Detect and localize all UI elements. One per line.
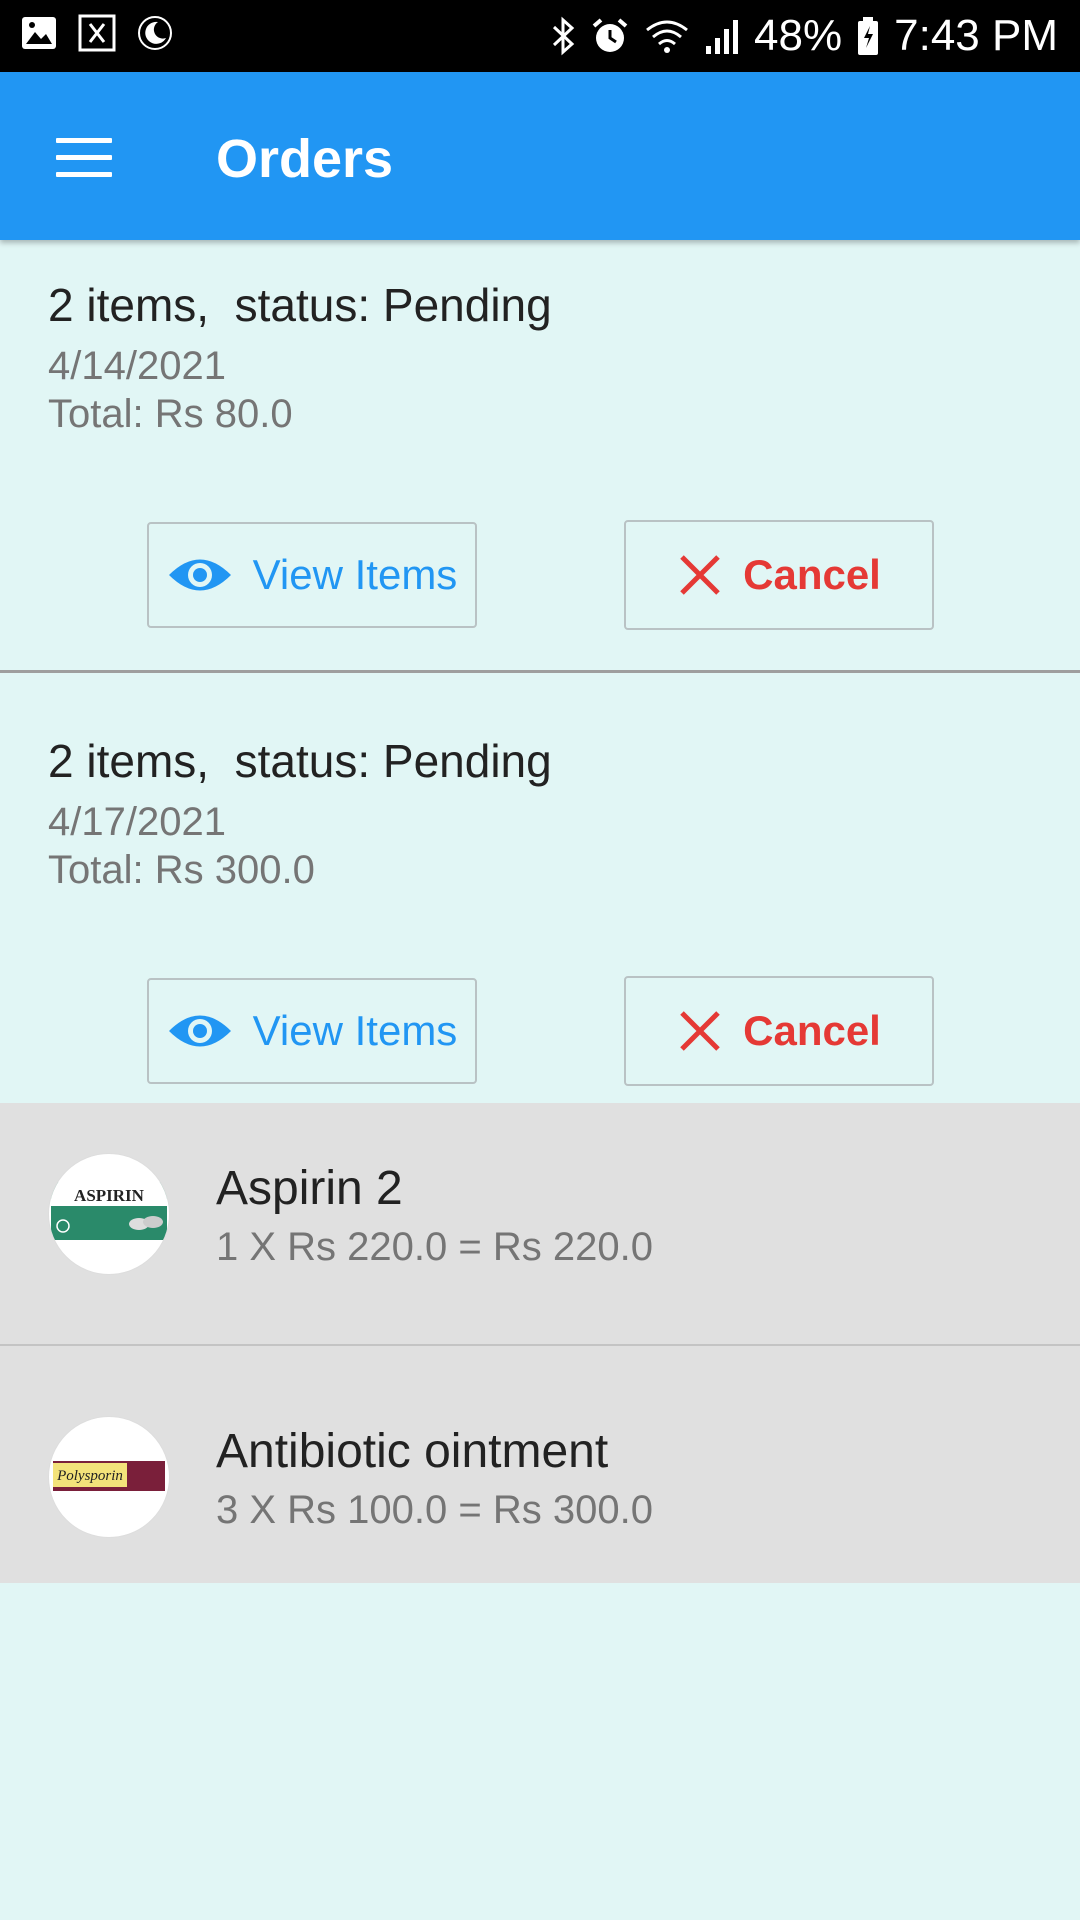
order-card: 2 items, status: Pending 4/14/2021 Total…: [0, 240, 1080, 670]
app-bar: Orders: [0, 72, 1080, 240]
order-date: 4/17/2021: [48, 800, 226, 844]
status-bar-left: [20, 14, 174, 52]
order-summary: 2 items, status: Pending: [48, 279, 552, 331]
order-total: Total: Rs 80.0: [48, 392, 293, 436]
hamburger-menu-icon[interactable]: [56, 138, 112, 178]
view-items-label: View Items: [252, 1007, 458, 1054]
list-item[interactable]: Polysporin Antibiotic ointment 3 X Rs 10…: [0, 1346, 1080, 1584]
view-items-button[interactable]: View Items: [147, 978, 477, 1084]
cancel-order-button[interactable]: Cancel: [624, 976, 934, 1086]
product-thumbnail: ASPIRIN: [48, 1153, 170, 1275]
cancel-label: Cancel: [743, 551, 881, 598]
aspirin-label: ASPIRIN: [74, 1186, 145, 1205]
view-items-label: View Items: [252, 551, 458, 598]
view-items-button[interactable]: View Items: [147, 522, 477, 628]
status-bar: 48% 7:43 PM: [0, 0, 1080, 72]
item-name: Antibiotic ointment: [216, 1425, 609, 1478]
eye-icon: [168, 559, 231, 591]
notification-icon: [78, 14, 116, 52]
eye-icon: [168, 1015, 231, 1047]
polysporin-label: Polysporin: [56, 1468, 123, 1484]
signal-icon: [706, 20, 739, 54]
page-title: Orders: [216, 129, 394, 189]
polysporin-image: Polysporin: [53, 1461, 165, 1491]
order-card: 2 items, status: Pending 4/17/2021 Total…: [0, 696, 1080, 1103]
wifi-icon: [646, 20, 688, 53]
battery-percent: 48%: [754, 11, 843, 60]
order-divider: [0, 670, 1080, 673]
battery-icon: [858, 17, 879, 55]
bluetooth-icon: [553, 16, 575, 56]
product-thumbnail: Polysporin: [48, 1416, 170, 1538]
moon-icon: [138, 16, 172, 50]
close-icon: [680, 555, 720, 595]
gallery-icon: [22, 17, 56, 49]
order-summary: 2 items, status: Pending: [48, 735, 552, 787]
alarm-icon: [592, 18, 628, 52]
list-item[interactable]: ASPIRIN Aspirin 2 1 X Rs 220.0 = Rs 220.…: [0, 1103, 1080, 1341]
item-price-calc: 3 X Rs 100.0 = Rs 300.0: [216, 1488, 653, 1532]
order-total: Total: Rs 300.0: [48, 848, 315, 892]
close-icon: [680, 1011, 720, 1051]
order-date: 4/14/2021: [48, 344, 226, 388]
clock: 7:43 PM: [894, 11, 1058, 60]
item-price-calc: 1 X Rs 220.0 = Rs 220.0: [216, 1225, 653, 1269]
item-name: Aspirin 2: [216, 1162, 403, 1215]
aspirin-image: ASPIRIN: [51, 1182, 167, 1240]
cancel-order-button[interactable]: Cancel: [624, 520, 934, 630]
cancel-label: Cancel: [743, 1007, 881, 1054]
status-bar-right: 48% 7:43 PM: [550, 8, 1058, 64]
